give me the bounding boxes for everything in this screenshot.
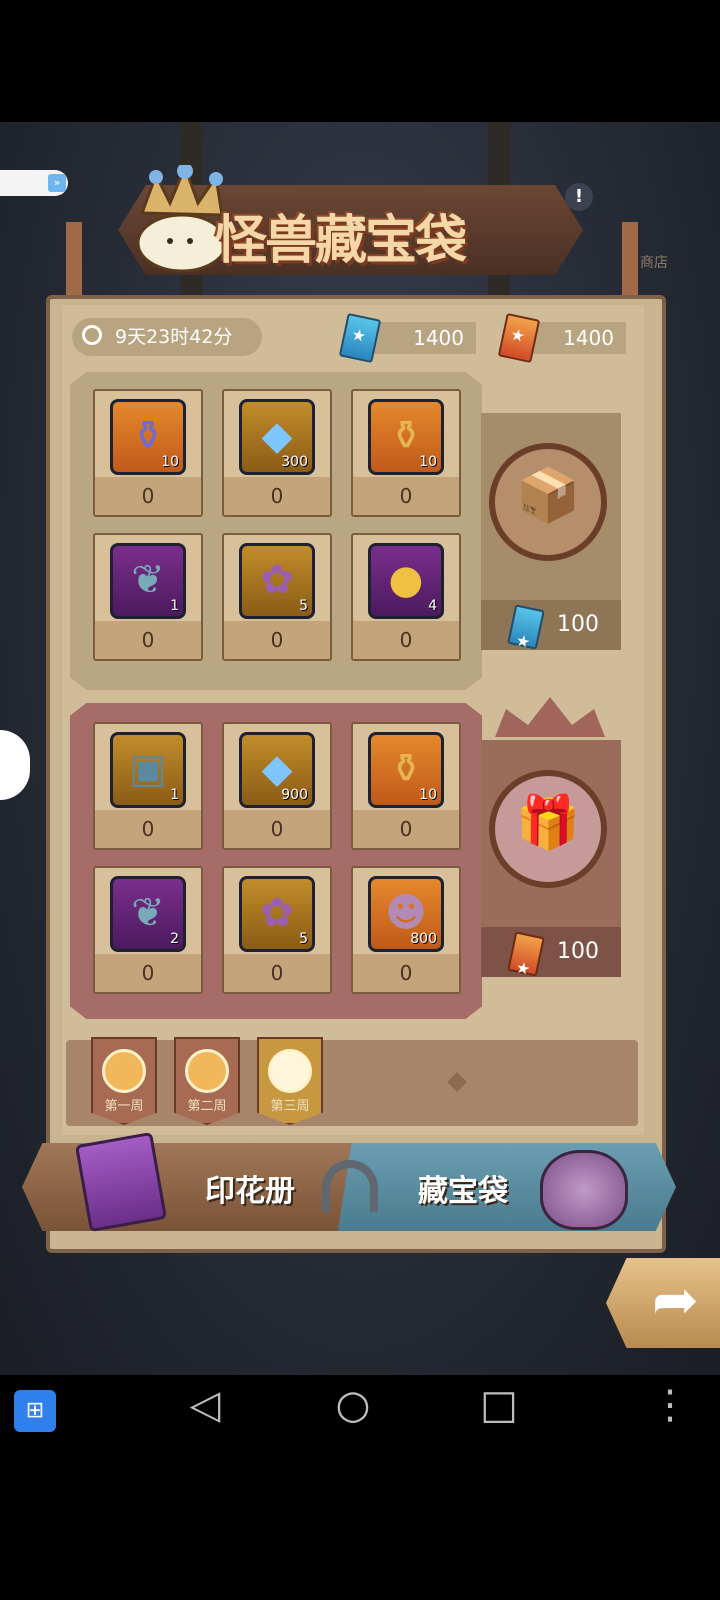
leaf-icon: ❦ 2 <box>110 876 186 952</box>
home-icon[interactable]: ○ <box>328 1382 378 1428</box>
stamp-book-label: 印花册 <box>205 1174 295 1209</box>
reward-count: 0 <box>95 621 201 659</box>
reward-count: 0 <box>224 477 330 515</box>
flower-stamp-icon <box>185 1049 229 1093</box>
reward-cell[interactable]: ◆ 900 0 <box>222 722 332 850</box>
reward-cell[interactable]: ⚱ 10 0 <box>351 722 461 850</box>
reward-cell[interactable]: ☻ 800 0 <box>351 866 461 994</box>
banner-post <box>622 222 638 302</box>
portrait-card-icon: ▣ 1 <box>110 732 186 808</box>
timer-text: 9天23时42分 <box>115 326 233 348</box>
reward-cell[interactable]: ▣ 1 0 <box>93 722 203 850</box>
clock-icon <box>82 325 102 345</box>
blue-ticket-icon <box>507 604 545 650</box>
flower-stamp-icon <box>102 1049 146 1093</box>
stamp-book-icon <box>74 1131 168 1233</box>
cat-bag-icon: ✿ 5 <box>239 876 315 952</box>
reward-count: 0 <box>95 810 201 848</box>
stamp-book-tab[interactable] <box>22 1143 362 1231</box>
reward-count: 0 <box>224 621 330 659</box>
crystal-icon: ◆ 300 <box>239 399 315 475</box>
golden-urn-icon: ⚱ 10 <box>368 399 444 475</box>
page-title: 怪兽藏宝袋 <box>215 210 467 271</box>
week-tab-1[interactable]: 第一周 <box>91 1037 157 1125</box>
orange-ticket-icon <box>507 931 545 977</box>
reward-count: 0 <box>224 954 330 992</box>
banner-post <box>66 222 82 302</box>
cat-bag-icon: ✿ 5 <box>239 543 315 619</box>
reward-count: 0 <box>95 954 201 992</box>
reward-cell[interactable]: ✿ 5 0 <box>222 866 332 994</box>
back-icon[interactable]: ◁ <box>180 1382 230 1428</box>
reward-count: 0 <box>353 954 459 992</box>
tab-divider-icon <box>322 1160 378 1212</box>
more-icon[interactable]: ⋮ <box>650 1382 690 1428</box>
reward-count: 0 <box>353 477 459 515</box>
vase-icon: ⚱ 10 <box>110 399 186 475</box>
mystery-box-icon: 📦 <box>489 443 607 561</box>
recents-icon[interactable]: □ <box>474 1382 524 1428</box>
reward-cell[interactable]: ✿ 5 0 <box>222 533 332 661</box>
draw-price: 100 <box>481 927 621 977</box>
treasure-bag-label: 藏宝袋 <box>418 1174 508 1209</box>
info-button[interactable]: ! <box>565 183 593 211</box>
normal-box-draw[interactable]: 📦 100 <box>481 413 621 650</box>
leaf-icon: ❦ 1 <box>110 543 186 619</box>
reward-count: 0 <box>353 621 459 659</box>
draw-price: 100 <box>481 600 621 650</box>
reward-count: 0 <box>353 810 459 848</box>
golden-urn-icon: ⚱ 10 <box>368 732 444 808</box>
reward-cell[interactable]: ⚱ 10 0 <box>93 389 203 517</box>
premium-box-icon: 🎁 <box>489 770 607 888</box>
status-bar-area <box>0 0 720 122</box>
week-tab-3[interactable]: 第三周 <box>257 1037 323 1125</box>
floating-ad-widget[interactable]: » <box>0 170 68 196</box>
bottom-black-area <box>0 1445 720 1600</box>
reward-count: 0 <box>95 477 201 515</box>
reward-cell[interactable]: ⚱ 10 0 <box>351 389 461 517</box>
share-button[interactable]: ➦ <box>606 1258 720 1348</box>
reward-cell[interactable]: ❦ 2 0 <box>93 866 203 994</box>
treasure-bag-icon <box>540 1150 628 1230</box>
app-switcher-icon[interactable]: ⊞ <box>14 1390 56 1432</box>
reward-count: 0 <box>224 810 330 848</box>
monster-head-icon: ☻ 800 <box>368 876 444 952</box>
background-shop-sign: 商店 <box>640 255 668 271</box>
reward-cell[interactable]: ❦ 1 0 <box>93 533 203 661</box>
crystal-icon: ◆ 900 <box>239 732 315 808</box>
week-tab-2[interactable]: 第二周 <box>174 1037 240 1125</box>
premium-box-draw[interactable]: 🎁 100 <box>481 740 621 977</box>
flower-stamp-icon <box>268 1049 312 1093</box>
reward-cell[interactable]: ◆ 300 0 <box>222 389 332 517</box>
reward-cell[interactable]: ● 4 0 <box>351 533 461 661</box>
fast-forward-icon: » <box>48 174 66 192</box>
share-arrow-icon: ➦ <box>652 1268 699 1333</box>
gold-coins-icon: ● 4 <box>368 543 444 619</box>
event-timer: 9天23时42分 <box>72 318 262 356</box>
